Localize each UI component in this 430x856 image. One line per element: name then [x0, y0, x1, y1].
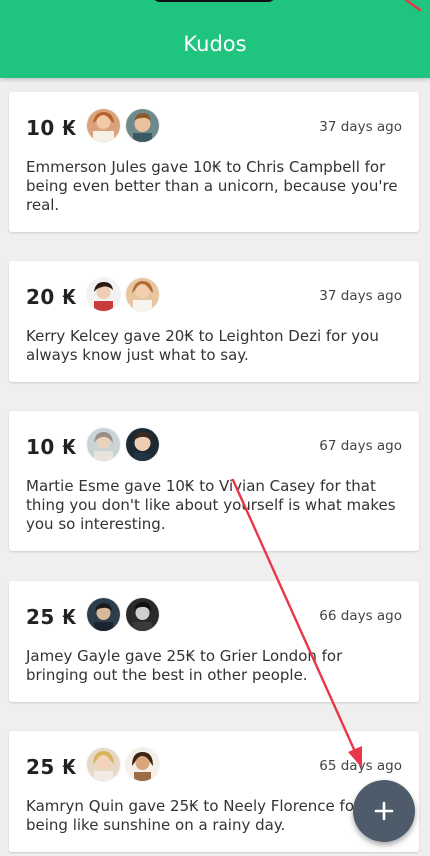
giver-avatar	[87, 109, 120, 142]
kudos-amount: 10 ₭	[26, 435, 77, 459]
giver-avatar	[87, 748, 120, 781]
page-title: Kudos	[183, 32, 247, 56]
plus-icon	[374, 801, 394, 821]
app-bar: Kudos	[0, 0, 430, 78]
receiver-avatar	[126, 109, 159, 142]
kudos-amount: 25 ₭	[26, 755, 77, 779]
kudos-message: Kamryn Quin gave 25₭ to Neely Florence f…	[26, 797, 361, 834]
giver-avatar	[87, 598, 120, 631]
kudos-message: Martie Esme gave 10₭ to Vivian Casey for…	[26, 477, 396, 533]
kudos-date: 65 days ago	[319, 758, 402, 774]
receiver-avatar	[126, 748, 159, 781]
kudos-message: Emmerson Jules gave 10₭ to Chris Campbel…	[26, 158, 398, 214]
device-notch	[152, 0, 276, 2]
receiver-avatar	[126, 278, 159, 311]
kudos-amount: 20 ₭	[26, 285, 77, 309]
kudos-amount: 25 ₭	[26, 605, 77, 629]
kudos-date: 37 days ago	[319, 288, 402, 304]
add-kudos-button[interactable]	[353, 780, 415, 842]
kudos-message: Kerry Kelcey gave 20₭ to Leighton Dezi f…	[26, 327, 379, 364]
kudos-message: Jamey Gayle gave 25₭ to Grier London for…	[26, 647, 343, 684]
giver-avatar	[87, 278, 120, 311]
receiver-avatar	[126, 598, 159, 631]
kudos-card[interactable]: 10 ₭ 67 days ago Martie Esme gave 10₭ to…	[9, 411, 419, 551]
kudos-card[interactable]: 20 ₭ 37 days ago Kerry Kelcey gave 20₭ t…	[9, 261, 419, 382]
receiver-avatar	[126, 428, 159, 461]
kudos-amount: 10 ₭	[26, 116, 77, 140]
kudos-date: 37 days ago	[319, 119, 402, 135]
kudos-date: 67 days ago	[319, 438, 402, 454]
kudos-card[interactable]: 10 ₭ 37 days ago Emmerson Jules gave 10₭…	[9, 92, 419, 232]
kudos-date: 66 days ago	[319, 608, 402, 624]
giver-avatar	[87, 428, 120, 461]
kudos-card[interactable]: 25 ₭ 66 days ago Jamey Gayle gave 25₭ to…	[9, 581, 419, 702]
